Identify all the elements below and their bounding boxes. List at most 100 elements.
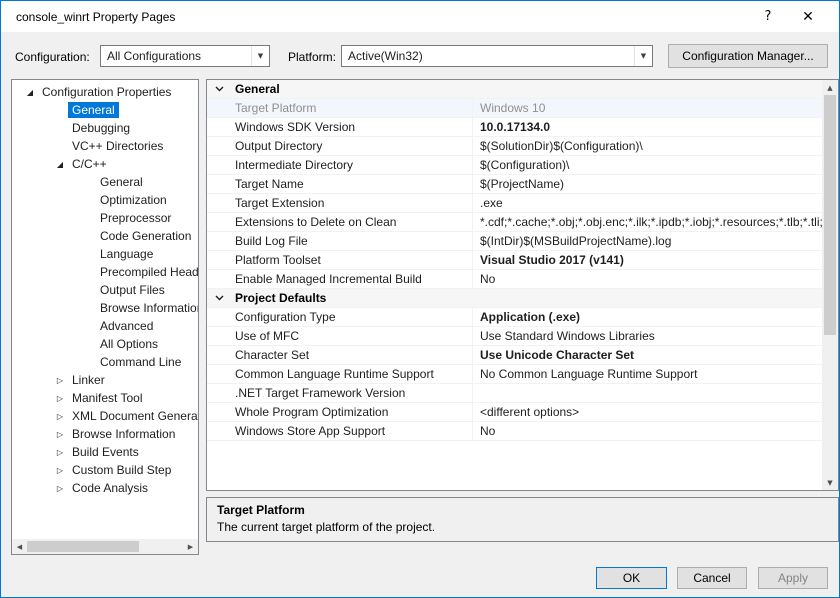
tree-item-label: Advanced xyxy=(100,319,154,333)
configuration-combobox[interactable]: All Configurations ▼ xyxy=(100,45,270,67)
property-value[interactable] xyxy=(472,384,822,402)
property-row-intermediate-directory[interactable]: Intermediate Directory $(Configuration)\ xyxy=(207,156,822,175)
property-value[interactable]: No xyxy=(472,422,822,440)
tree-item-linker[interactable]: ▷ Linker xyxy=(12,371,198,389)
property-value[interactable]: Windows 10 xyxy=(472,99,822,117)
collapse-chevron-icon[interactable] xyxy=(215,86,235,92)
tree-collapsed-icon[interactable]: ▷ xyxy=(52,484,68,493)
property-value[interactable]: <different options> xyxy=(472,403,822,421)
tree-item-manifest-tool[interactable]: ▷ Manifest Tool xyxy=(12,389,198,407)
tree-collapsed-icon[interactable]: ▷ xyxy=(52,412,68,421)
tree-item-browse-information[interactable]: ▷ Browse Information xyxy=(12,425,198,443)
tree-item-optimization[interactable]: Optimization xyxy=(12,191,198,209)
property-value[interactable]: No xyxy=(472,270,822,288)
property-row-net-target-framework-version[interactable]: .NET Target Framework Version xyxy=(207,384,822,403)
property-row-use-of-mfc[interactable]: Use of MFC Use Standard Windows Libraries xyxy=(207,327,822,346)
tree-expanded-icon[interactable]: ◢ xyxy=(52,160,68,169)
platform-combobox[interactable]: Active(Win32) ▼ xyxy=(341,45,653,67)
tree-item-code-generation[interactable]: Code Generation xyxy=(12,227,198,245)
section-header-project-defaults[interactable]: Project Defaults xyxy=(207,289,822,308)
property-value[interactable]: $(ProjectName) xyxy=(472,175,822,193)
property-name: Target Platform xyxy=(235,101,317,115)
property-value[interactable]: 10.0.17134.0 xyxy=(472,118,822,136)
tree-item-all-options[interactable]: All Options xyxy=(12,335,198,353)
tree-item-precompiled-headers[interactable]: Precompiled Headers xyxy=(12,263,198,281)
property-name: Windows SDK Version xyxy=(235,120,356,134)
configuration-manager-button[interactable]: Configuration Manager... xyxy=(668,44,828,68)
section-header-general[interactable]: General xyxy=(207,80,822,99)
scrollbar-thumb[interactable] xyxy=(27,541,139,552)
tree-collapsed-icon[interactable]: ▷ xyxy=(52,448,68,457)
cancel-button[interactable]: Cancel xyxy=(677,567,747,589)
scroll-left-icon[interactable]: ◀ xyxy=(12,539,27,554)
platform-combobox-value: Active(Win32) xyxy=(348,49,423,63)
platform-label: Platform: xyxy=(288,50,337,64)
chevron-down-icon[interactable]: ▼ xyxy=(251,46,269,66)
tree-collapsed-icon[interactable]: ▷ xyxy=(52,466,68,475)
property-name: Common Language Runtime Support xyxy=(235,367,434,381)
tree-item-build-events[interactable]: ▷ Build Events xyxy=(12,443,198,461)
tree-item-code-analysis[interactable]: ▷ Code Analysis xyxy=(12,479,198,497)
tree-item-language[interactable]: Language xyxy=(12,245,198,263)
collapse-chevron-icon[interactable] xyxy=(215,295,235,301)
property-row-enable-managed-incremental-build[interactable]: Enable Managed Incremental Build No xyxy=(207,270,822,289)
tree-collapsed-icon[interactable]: ▷ xyxy=(52,394,68,403)
property-value[interactable]: $(SolutionDir)$(Configuration)\ xyxy=(472,137,822,155)
tree-item-custom-build-step[interactable]: ▷ Custom Build Step xyxy=(12,461,198,479)
scrollbar-thumb[interactable] xyxy=(824,95,836,335)
tree-item-general[interactable]: General xyxy=(12,173,198,191)
tree-item-debugging[interactable]: Debugging xyxy=(12,119,198,137)
tree-item-general[interactable]: General xyxy=(12,101,198,119)
property-value[interactable]: $(IntDir)$(MSBuildProjectName).log xyxy=(472,232,822,250)
tree-item-preprocessor[interactable]: Preprocessor xyxy=(12,209,198,227)
property-pages-dialog: { "window": { "title": "console_winrt Pr… xyxy=(0,0,840,598)
tree-horizontal-scrollbar[interactable]: ◀ ▶ xyxy=(12,539,198,554)
scroll-up-icon[interactable]: ▲ xyxy=(823,80,838,95)
property-row-windows-store-app-support[interactable]: Windows Store App Support No xyxy=(207,422,822,441)
property-value[interactable]: No Common Language Runtime Support xyxy=(472,365,822,383)
property-value[interactable]: Use Unicode Character Set xyxy=(472,346,822,364)
property-row-target-extension[interactable]: Target Extension .exe xyxy=(207,194,822,213)
property-row-platform-toolset[interactable]: Platform Toolset Visual Studio 2017 (v141… xyxy=(207,251,822,270)
property-value[interactable]: Application (.exe) xyxy=(472,308,822,326)
tree-item-xml-document-generator[interactable]: ▷ XML Document Generator xyxy=(12,407,198,425)
tree-collapsed-icon[interactable]: ▷ xyxy=(52,430,68,439)
section-title: Project Defaults xyxy=(235,291,327,305)
property-name: Windows Store App Support xyxy=(235,424,386,438)
tree-item-label: Code Analysis xyxy=(72,481,149,495)
tree-item-c-c[interactable]: ◢ C/C++ xyxy=(12,155,198,173)
tree-item-vc-directories[interactable]: VC++ Directories xyxy=(12,137,198,155)
tree-item-command-line[interactable]: Command Line xyxy=(12,353,198,371)
property-value[interactable]: Visual Studio 2017 (v141) xyxy=(472,251,822,269)
tree-item-label: Custom Build Step xyxy=(72,463,172,477)
property-row-whole-program-optimization[interactable]: Whole Program Optimization <different opt… xyxy=(207,403,822,422)
tree-expanded-icon[interactable]: ◢ xyxy=(22,88,38,97)
tree-item-configuration-properties[interactable]: ◢ Configuration Properties xyxy=(12,83,198,101)
grid-vertical-scrollbar[interactable]: ▲ ▼ xyxy=(822,80,838,490)
property-value[interactable]: Use Standard Windows Libraries xyxy=(472,327,822,345)
property-row-configuration-type[interactable]: Configuration Type Application (.exe) xyxy=(207,308,822,327)
property-value[interactable]: *.cdf;*.cache;*.obj;*.obj.enc;*.ilk;*.ip… xyxy=(472,213,822,231)
property-row-windows-sdk-version[interactable]: Windows SDK Version 10.0.17134.0 xyxy=(207,118,822,137)
ok-button[interactable]: OK xyxy=(596,567,667,589)
tree-collapsed-icon[interactable]: ▷ xyxy=(52,376,68,385)
scroll-right-icon[interactable]: ▶ xyxy=(183,539,198,554)
apply-button[interactable]: Apply xyxy=(758,567,828,589)
property-row-extensions-to-delete-on-clean[interactable]: Extensions to Delete on Clean *.cdf;*.cac… xyxy=(207,213,822,232)
tree-item-output-files[interactable]: Output Files xyxy=(12,281,198,299)
property-value[interactable]: .exe xyxy=(472,194,822,212)
tree-item-label: Configuration Properties xyxy=(42,85,172,99)
property-row-target-name[interactable]: Target Name $(ProjectName) xyxy=(207,175,822,194)
tree-item-advanced[interactable]: Advanced xyxy=(12,317,198,335)
close-icon[interactable]: ✕ xyxy=(791,1,825,32)
chevron-down-icon[interactable]: ▼ xyxy=(634,46,652,66)
scroll-down-icon[interactable]: ▼ xyxy=(823,475,838,490)
property-row-output-directory[interactable]: Output Directory $(SolutionDir)$(Configur… xyxy=(207,137,822,156)
property-row-character-set[interactable]: Character Set Use Unicode Character Set xyxy=(207,346,822,365)
property-row-build-log-file[interactable]: Build Log File $(IntDir)$(MSBuildProjectN… xyxy=(207,232,822,251)
property-row-common-language-runtime-support[interactable]: Common Language Runtime Support No Common… xyxy=(207,365,822,384)
property-row-target-platform[interactable]: Target Platform Windows 10 xyxy=(207,99,822,118)
property-value[interactable]: $(Configuration)\ xyxy=(472,156,822,174)
help-icon[interactable]: ? xyxy=(751,1,785,32)
tree-item-browse-information[interactable]: Browse Information xyxy=(12,299,198,317)
